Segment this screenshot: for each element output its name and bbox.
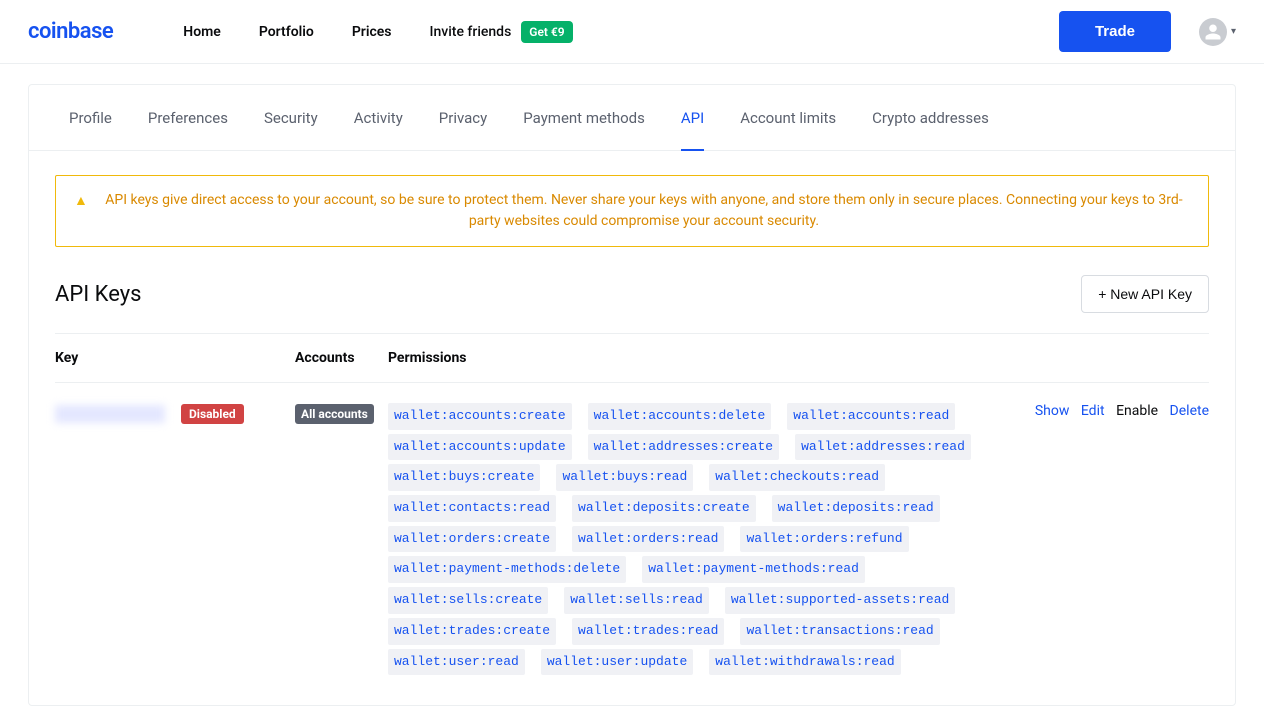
accounts-cell: All accounts: [295, 403, 388, 675]
permission-tag: wallet:buys:read: [556, 464, 693, 491]
nav-right: Trade ▾: [1059, 11, 1236, 52]
nav-home[interactable]: Home: [183, 24, 221, 40]
permission-tag: wallet:contacts:read: [388, 495, 556, 522]
col-key: Key: [55, 350, 295, 366]
permission-tag: wallet:supported-assets:read: [725, 587, 955, 614]
permission-tag: wallet:addresses:read: [795, 434, 971, 461]
permission-tag: wallet:transactions:read: [740, 618, 939, 645]
top-nav: coinbase Home Portfolio Prices Invite fr…: [0, 0, 1264, 64]
api-key-row: Disabled All accounts wallet:accounts:cr…: [55, 383, 1209, 681]
permission-tag: wallet:accounts:update: [388, 434, 572, 461]
nav-portfolio[interactable]: Portfolio: [259, 24, 314, 40]
nav-invite[interactable]: Invite friends Get €9: [430, 21, 573, 43]
permission-tag: wallet:user:read: [388, 649, 525, 676]
tab-profile[interactable]: Profile: [69, 85, 112, 150]
key-cell: Disabled: [55, 403, 295, 675]
avatar-icon: [1199, 18, 1227, 46]
permission-tag: wallet:sells:create: [388, 587, 548, 614]
api-keys-header: API Keys + New API Key: [55, 275, 1209, 313]
chevron-down-icon: ▾: [1231, 26, 1236, 37]
permission-tag: wallet:user:update: [541, 649, 693, 676]
col-actions: [1009, 350, 1209, 366]
account-menu[interactable]: ▾: [1199, 18, 1236, 46]
action-enable[interactable]: Enable: [1116, 403, 1158, 419]
tab-security[interactable]: Security: [264, 85, 318, 150]
permission-tag: wallet:deposits:create: [572, 495, 756, 522]
nav-invite-label: Invite friends: [430, 24, 512, 40]
permission-tag: wallet:accounts:read: [787, 403, 955, 430]
settings-tabs: Profile Preferences Security Activity Pr…: [29, 85, 1235, 151]
permission-tag: wallet:trades:read: [572, 618, 724, 645]
tab-crypto-addresses[interactable]: Crypto addresses: [872, 85, 989, 150]
permission-tag: wallet:orders:create: [388, 526, 556, 553]
tab-payment-methods[interactable]: Payment methods: [523, 85, 645, 150]
permission-tag: wallet:buys:create: [388, 464, 540, 491]
warning-text: API keys give direct access to your acco…: [98, 190, 1190, 232]
permission-tag: wallet:trades:create: [388, 618, 556, 645]
permission-tag: wallet:orders:refund: [740, 526, 908, 553]
action-show[interactable]: Show: [1035, 403, 1070, 419]
tab-activity[interactable]: Activity: [354, 85, 403, 150]
permission-tag: wallet:withdrawals:read: [709, 649, 900, 676]
warning-icon: ▲: [74, 191, 88, 212]
permission-tag: wallet:accounts:create: [388, 403, 572, 430]
action-delete[interactable]: Delete: [1170, 403, 1209, 419]
tab-privacy[interactable]: Privacy: [439, 85, 487, 150]
nav-links: Home Portfolio Prices Invite friends Get…: [183, 21, 572, 43]
new-api-key-button[interactable]: + New API Key: [1081, 275, 1209, 313]
permission-tag: wallet:accounts:delete: [588, 403, 772, 430]
permission-tag: wallet:orders:read: [572, 526, 724, 553]
tab-api[interactable]: API: [681, 85, 704, 150]
accounts-badge: All accounts: [295, 404, 374, 424]
permission-tag: wallet:addresses:create: [588, 434, 779, 461]
col-permissions: Permissions: [388, 350, 1009, 366]
status-badge-disabled: Disabled: [181, 404, 244, 424]
action-edit[interactable]: Edit: [1081, 403, 1105, 419]
nav-prices[interactable]: Prices: [352, 24, 392, 40]
permission-tag: wallet:payment-methods:read: [642, 556, 865, 583]
trade-button[interactable]: Trade: [1059, 11, 1171, 52]
actions-cell: Show Edit Enable Delete: [1009, 403, 1209, 675]
permission-tag: wallet:checkouts:read: [709, 464, 885, 491]
warning-banner: ▲ API keys give direct access to your ac…: [55, 175, 1209, 247]
permission-tag: wallet:deposits:read: [772, 495, 940, 522]
api-keys-table-header: Key Accounts Permissions: [55, 333, 1209, 383]
col-accounts: Accounts: [295, 350, 388, 366]
invite-badge: Get €9: [521, 21, 572, 43]
section-title: API Keys: [55, 282, 142, 307]
permission-tag: wallet:sells:read: [564, 587, 709, 614]
tab-account-limits[interactable]: Account limits: [740, 85, 836, 150]
permissions-cell: wallet:accounts:create wallet:accounts:de…: [388, 403, 1009, 675]
brand-logo[interactable]: coinbase: [28, 19, 113, 44]
key-redacted: [55, 405, 165, 423]
permission-tag: wallet:payment-methods:delete: [388, 556, 626, 583]
tab-preferences[interactable]: Preferences: [148, 85, 228, 150]
